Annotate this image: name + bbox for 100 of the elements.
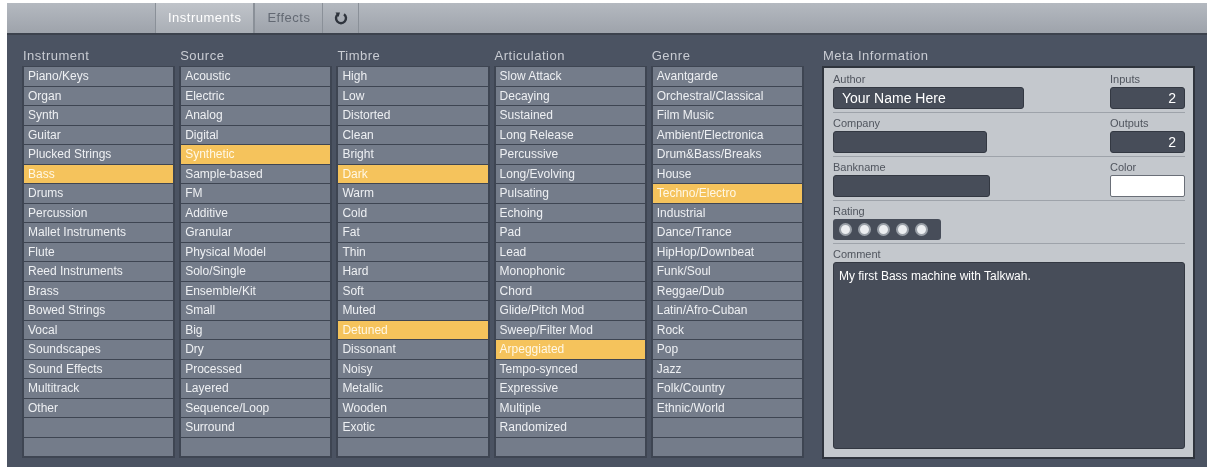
list-item[interactable]: Organ [24, 86, 174, 105]
list-item[interactable]: Sample-based [181, 164, 331, 183]
list-item[interactable]: Small [181, 301, 331, 320]
list-item[interactable]: Pop [652, 340, 802, 359]
text-field[interactable] [832, 131, 987, 153]
list-item[interactable]: Granular [181, 223, 331, 242]
list-item[interactable]: Reed Instruments [24, 262, 174, 281]
list-item[interactable]: Synth [24, 106, 174, 125]
list-item[interactable]: HipHop/Downbeat [652, 242, 802, 261]
list-item[interactable]: Ensemble/Kit [181, 281, 331, 300]
list-item[interactable]: Warm [338, 184, 488, 203]
tab[interactable]: Instruments [155, 3, 255, 33]
list-item[interactable]: Film Music [652, 106, 802, 125]
list-item[interactable]: Big [181, 320, 331, 339]
list-item[interactable]: Plucked Strings [24, 145, 174, 164]
list-item[interactable]: Fat [338, 223, 488, 242]
list-item[interactable]: Reggae/Dub [652, 281, 802, 300]
list-item[interactable]: Clean [338, 125, 488, 144]
list-item[interactable]: Piano/Keys [24, 67, 174, 86]
list-item[interactable]: Sustained [495, 106, 645, 125]
list-item[interactable]: Analog [181, 106, 331, 125]
list-item[interactable]: Additive [181, 203, 331, 222]
list-item[interactable]: Decaying [495, 86, 645, 105]
list-item[interactable]: Monophonic [495, 262, 645, 281]
list-item[interactable]: Bright [338, 145, 488, 164]
list-item[interactable]: Soundscapes [24, 340, 174, 359]
list-item[interactable]: Exotic [338, 418, 488, 437]
list-item[interactable]: Orchestral/Classical [652, 86, 802, 105]
rating-dot[interactable] [857, 223, 871, 236]
list-item[interactable]: Distorted [338, 106, 488, 125]
list-item[interactable]: Percussive [495, 145, 645, 164]
list-item[interactable]: Low [338, 86, 488, 105]
color-swatch[interactable] [1109, 175, 1185, 197]
list-item[interactable]: Digital [181, 125, 331, 144]
list-item[interactable]: Drums [24, 184, 174, 203]
list-item[interactable]: Lead [495, 242, 645, 261]
list-item[interactable]: Cold [338, 203, 488, 222]
list-item[interactable]: Percussion [24, 203, 174, 222]
rating-dot[interactable] [895, 223, 909, 236]
list-item[interactable]: Surround [181, 418, 331, 437]
list-item[interactable]: Pulsating [495, 184, 645, 203]
list-item[interactable]: Glide/Pitch Mod [495, 301, 645, 320]
list-item[interactable]: House [652, 164, 802, 183]
list-item[interactable]: Wooden [338, 398, 488, 417]
list-item[interactable]: Hard [338, 262, 488, 281]
comment-field[interactable]: My first Bass machine with Talkwah. [832, 262, 1185, 449]
list-item[interactable]: Jazz [652, 359, 802, 378]
list-item[interactable]: High [338, 67, 488, 86]
number-field[interactable]: 2 [1110, 87, 1185, 109]
list-item[interactable]: Pad [495, 223, 645, 242]
list-item[interactable]: Flute [24, 242, 174, 261]
list-item[interactable]: Other [24, 398, 174, 417]
list-item[interactable]: Funk/Soul [652, 262, 802, 281]
list-item[interactable]: Sequence/Loop [181, 398, 331, 417]
list-item[interactable]: Sound Effects [24, 359, 174, 378]
list-item[interactable]: Avantgarde [652, 67, 802, 86]
list-item[interactable]: Expressive [495, 379, 645, 398]
list-item[interactable]: Multitrack [24, 379, 174, 398]
list-item[interactable]: Electric [181, 86, 331, 105]
list-item[interactable]: Long/Evolving [495, 164, 645, 183]
rating-dot[interactable] [914, 223, 928, 236]
list-item[interactable]: Processed [181, 359, 331, 378]
list-item[interactable]: Soft [338, 281, 488, 300]
list-item[interactable]: Echoing [495, 203, 645, 222]
list-item[interactable]: Randomized [495, 418, 645, 437]
list-item[interactable]: Guitar [24, 125, 174, 144]
list-item[interactable]: Physical Model [181, 242, 331, 261]
list-item[interactable]: Slow Attack [495, 67, 645, 86]
list-item[interactable]: Chord [495, 281, 645, 300]
list-item[interactable]: Solo/Single [181, 262, 331, 281]
list-item[interactable]: Folk/Country [652, 379, 802, 398]
text-field[interactable] [832, 175, 990, 197]
list-item[interactable]: Multiple [495, 398, 645, 417]
list-item[interactable]: Industrial [652, 203, 802, 222]
rating-control[interactable] [832, 219, 941, 240]
list-item[interactable]: Noisy [338, 359, 488, 378]
list-item[interactable]: Acoustic [181, 67, 331, 86]
list-item[interactable]: Vocal [24, 320, 174, 339]
list-item[interactable]: Bowed Strings [24, 301, 174, 320]
list-item[interactable]: Brass [24, 281, 174, 300]
list-item[interactable]: Sweep/Filter Mod [495, 320, 645, 339]
list-item[interactable]: Dissonant [338, 340, 488, 359]
list-item[interactable]: Ethnic/World [652, 398, 802, 417]
list-item[interactable]: Metallic [338, 379, 488, 398]
rating-dot[interactable] [876, 223, 890, 236]
list-item[interactable]: Tempo-synced [495, 359, 645, 378]
list-item[interactable]: Dance/Trance [652, 223, 802, 242]
list-item[interactable]: Thin [338, 242, 488, 261]
list-item[interactable]: Latin/Afro-Cuban [652, 301, 802, 320]
number-field[interactable]: 2 [1110, 131, 1185, 153]
list-item[interactable]: Ambient/Electronica [652, 125, 802, 144]
rating-dot[interactable] [838, 223, 852, 236]
list-item[interactable]: Rock [652, 320, 802, 339]
list-item[interactable]: Layered [181, 379, 331, 398]
list-item[interactable]: Mallet Instruments [24, 223, 174, 242]
list-item[interactable]: Muted [338, 301, 488, 320]
list-item[interactable]: Long Release [495, 125, 645, 144]
list-item[interactable]: Drum&Bass/Breaks [652, 145, 802, 164]
list-item[interactable]: FM [181, 184, 331, 203]
text-field[interactable]: Your Name Here [832, 87, 1025, 109]
